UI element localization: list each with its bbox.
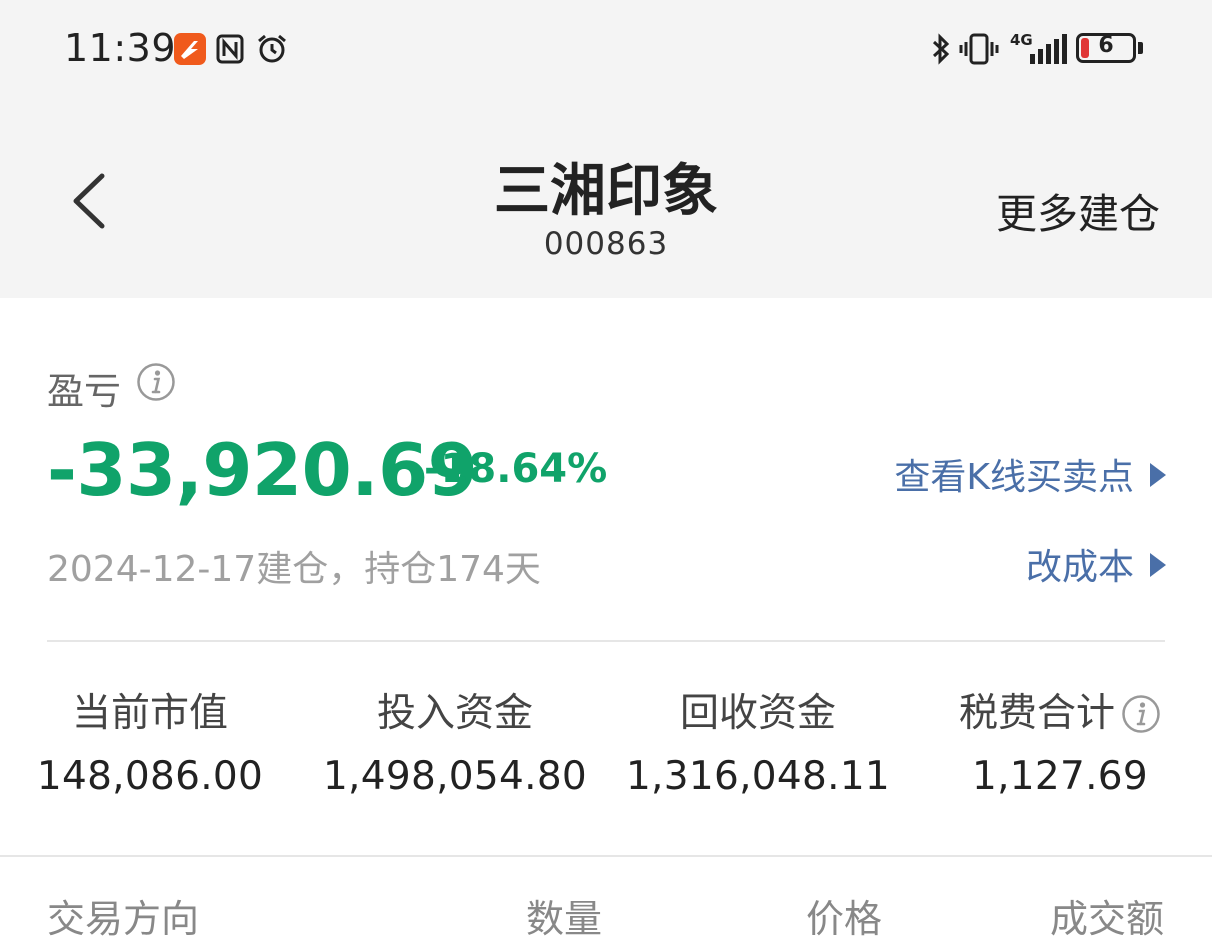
stat-value: 1,127.69 bbox=[971, 754, 1149, 799]
stat-market-value: 当前市值 148,086.00 bbox=[0, 688, 300, 799]
triangle-right-icon bbox=[1150, 553, 1166, 577]
status-time: 11:39 bbox=[64, 26, 177, 70]
more-build-button[interactable]: 更多建仓 bbox=[996, 180, 1160, 240]
pnl-value: -33,920.69 bbox=[47, 428, 478, 512]
stat-label: 税费合计 bbox=[958, 691, 1115, 736]
table-header-amount[interactable]: 成交额 bbox=[1050, 888, 1164, 943]
edit-cost-link[interactable]: 改成本 bbox=[1026, 538, 1166, 590]
alarm-icon bbox=[256, 33, 288, 65]
cost-link-label: 改成本 bbox=[1025, 547, 1134, 588]
info-icon[interactable] bbox=[136, 362, 176, 402]
table-header-quantity[interactable]: 数量 bbox=[526, 888, 602, 943]
stat-label: 投入资金 bbox=[376, 691, 533, 736]
pnl-label: 盈亏 bbox=[47, 370, 121, 413]
signal-icon bbox=[1026, 34, 1070, 66]
battery-level: 6 bbox=[1098, 33, 1114, 58]
bluetooth-icon bbox=[930, 32, 952, 66]
battery-tip bbox=[1138, 42, 1143, 54]
kline-points-link[interactable]: 查看K线买卖点 bbox=[894, 448, 1166, 500]
stat-label-row: 税费合计 bbox=[910, 688, 1210, 740]
divider bbox=[47, 640, 1165, 642]
kline-link-label: 查看K线买卖点 bbox=[894, 457, 1134, 498]
vibrate-icon bbox=[958, 32, 1000, 66]
hold-info: 2024-12-17建仓，持仓174天 bbox=[47, 549, 541, 590]
table-header-price[interactable]: 价格 bbox=[806, 888, 882, 943]
stat-fees: 税费合计 1,127.69 bbox=[910, 688, 1210, 799]
stat-value: 1,498,054.80 bbox=[322, 754, 588, 799]
triangle-right-icon bbox=[1150, 463, 1166, 487]
stat-invested: 投入资金 1,498,054.80 bbox=[305, 688, 605, 799]
info-icon[interactable] bbox=[1121, 694, 1161, 734]
app-notification-icon bbox=[174, 33, 206, 65]
stat-label: 当前市值 bbox=[71, 691, 228, 736]
stat-label: 回收资金 bbox=[679, 691, 836, 736]
nfc-icon bbox=[216, 34, 244, 64]
stat-value: 148,086.00 bbox=[36, 754, 264, 799]
pnl-percent: -18.64% bbox=[424, 446, 608, 492]
stat-recovered: 回收资金 1,316,048.11 bbox=[608, 688, 908, 799]
divider bbox=[0, 855, 1212, 857]
stat-value: 1,316,048.11 bbox=[625, 754, 891, 799]
battery-icon: 6 bbox=[1076, 33, 1136, 63]
table-header-direction[interactable]: 交易方向 bbox=[47, 888, 199, 943]
